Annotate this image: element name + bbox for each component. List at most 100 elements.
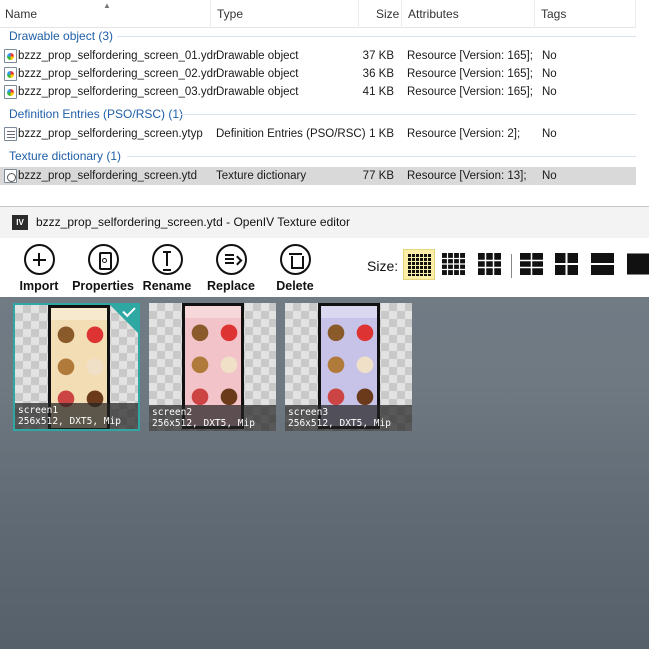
file-attributes: Resource [Version: 165]; <box>407 86 533 98</box>
sort-ascending-icon: ▲ <box>103 1 111 10</box>
group-divider <box>127 156 637 157</box>
size-large-grid-button[interactable] <box>516 249 548 280</box>
menu-header <box>51 308 107 320</box>
column-header-attributes[interactable]: Attributes <box>408 0 459 28</box>
menu-item-image <box>83 324 107 348</box>
menu-item-image <box>217 322 241 346</box>
menu-item-image <box>324 354 348 378</box>
vertical-scrollbar[interactable] <box>636 0 649 206</box>
import-label: Import <box>19 279 59 293</box>
menu-item-image <box>188 322 212 346</box>
file-tags: No <box>542 86 557 98</box>
file-tags: No <box>542 170 557 182</box>
file-name: bzzz_prop_selfordering_screen.ytd <box>18 170 197 182</box>
group-header-definition-entries[interactable]: Definition Entries (PSO/RSC) (1) <box>9 105 183 123</box>
toolbar-separator <box>511 254 512 278</box>
column-divider[interactable] <box>401 0 402 28</box>
column-header-tags[interactable]: Tags <box>541 0 566 28</box>
file-attributes: Resource [Version: 165]; <box>407 68 533 80</box>
import-button[interactable]: Import <box>3 241 75 295</box>
column-header-type[interactable]: Type <box>217 0 243 28</box>
file-row[interactable]: bzzz_prop_selfordering_screen_03.ydr Dra… <box>0 83 636 101</box>
editor-toolbar: Import Properties Rename Replace Delete … <box>0 238 649 297</box>
texture-caption: screen3 256x512, DXT5, Mip <box>285 405 412 431</box>
file-size: 37 KB <box>362 50 394 62</box>
size-small-grid-button[interactable] <box>438 249 470 280</box>
properties-button[interactable]: Properties <box>67 241 139 295</box>
file-attributes: Resource [Version: 165]; <box>407 50 533 62</box>
size-tiny-grid-button[interactable] <box>403 249 435 280</box>
menu-item-image <box>83 356 107 380</box>
replace-button[interactable]: Replace <box>195 241 267 295</box>
texture-editor-window: IV bzzz_prop_selfordering_screen.ytd - O… <box>0 206 649 649</box>
texture-thumbnail-screen2[interactable]: screen2 256x512, DXT5, Mip <box>149 303 276 431</box>
rename-button[interactable]: Rename <box>131 241 203 295</box>
openiv-logo-icon: IV <box>12 215 28 230</box>
menu-item-image <box>353 322 377 346</box>
group-header-drawable[interactable]: Drawable object (3) <box>9 27 113 45</box>
size-label: Size: <box>367 258 399 274</box>
texture-dictionary-icon <box>4 169 17 183</box>
menu-item-image <box>54 324 78 348</box>
file-row[interactable]: bzzz_prop_selfordering_screen_02.ydr Dra… <box>0 65 636 83</box>
group-divider <box>117 36 637 37</box>
file-type: Texture dictionary <box>216 170 307 182</box>
replace-icon <box>215 244 247 275</box>
grid-dense-icon <box>408 254 431 276</box>
texture-caption: screen2 256x512, DXT5, Mip <box>149 405 276 431</box>
texture-caption: screen1 256x512, DXT5, Mip <box>15 403 138 429</box>
column-header-name[interactable]: Name <box>5 0 37 28</box>
delete-button[interactable]: Delete <box>259 241 331 295</box>
size-single-button[interactable] <box>623 249 649 280</box>
rename-label: Rename <box>142 279 192 293</box>
column-header-size[interactable]: Size <box>376 0 399 28</box>
drawable-icon <box>4 67 17 81</box>
delete-label: Delete <box>276 279 314 293</box>
size-rows-button[interactable] <box>587 249 619 280</box>
size-xlarge-grid-button[interactable] <box>551 249 583 280</box>
file-name: bzzz_prop_selfordering_screen_03.ydr <box>18 86 217 98</box>
texture-info: 256x512, DXT5, Mip <box>152 418 255 429</box>
definition-icon <box>4 127 17 141</box>
file-attributes: Resource [Version: 2]; <box>407 128 521 140</box>
column-divider[interactable] <box>210 0 211 28</box>
file-name: bzzz_prop_selfordering_screen.ytyp <box>18 128 203 140</box>
menu-item-image <box>54 356 78 380</box>
drawable-icon <box>4 49 17 63</box>
window-title: bzzz_prop_selfordering_screen.ytd - Open… <box>36 215 350 229</box>
file-type: Drawable object <box>216 50 299 62</box>
file-row[interactable]: bzzz_prop_selfordering_screen_01.ydr Dra… <box>0 47 636 65</box>
grid-small-icon <box>442 253 465 275</box>
properties-label: Properties <box>72 279 134 293</box>
menu-item-image <box>217 354 241 378</box>
menu-header <box>185 306 241 318</box>
texture-info: 256x512, DXT5, Mip <box>288 418 391 429</box>
texture-grid: screen1 256x512, DXT5, Mip screen2 256x5… <box>0 303 649 443</box>
texture-name: screen3 <box>288 407 329 418</box>
texture-thumbnail-screen3[interactable]: screen3 256x512, DXT5, Mip <box>285 303 412 431</box>
plus-icon <box>23 244 55 275</box>
file-tags: No <box>542 68 557 80</box>
file-row-selected[interactable]: bzzz_prop_selfordering_screen.ytd Textur… <box>0 167 636 185</box>
group-divider <box>181 114 637 115</box>
grid-single-icon <box>627 253 649 275</box>
menu-item-image <box>324 322 348 346</box>
texture-thumbnail-screen1[interactable]: screen1 256x512, DXT5, Mip <box>13 303 140 431</box>
column-header-bar: Name ▲ Type Size Attributes Tags <box>0 0 649 28</box>
menu-item-image <box>188 354 212 378</box>
size-medium-grid-button[interactable] <box>474 249 506 280</box>
grid-large-icon <box>520 253 543 275</box>
column-divider[interactable] <box>358 0 359 28</box>
file-name: bzzz_prop_selfordering_screen_02.ydr <box>18 68 217 80</box>
file-size: 36 KB <box>362 68 394 80</box>
file-explorer: Name ▲ Type Size Attributes Tags Drawabl… <box>0 0 649 206</box>
grid-rows-icon <box>591 253 614 275</box>
rename-icon <box>151 244 183 275</box>
file-type: Definition Entries (PSO/RSC) <box>216 128 366 140</box>
file-row[interactable]: bzzz_prop_selfordering_screen.ytyp Defin… <box>0 125 636 143</box>
trash-icon <box>279 244 311 275</box>
grid-quad-icon <box>555 253 578 275</box>
window-titlebar[interactable]: IV bzzz_prop_selfordering_screen.ytd - O… <box>0 207 649 238</box>
group-header-texture-dictionary[interactable]: Texture dictionary (1) <box>9 147 121 165</box>
column-divider[interactable] <box>534 0 535 28</box>
